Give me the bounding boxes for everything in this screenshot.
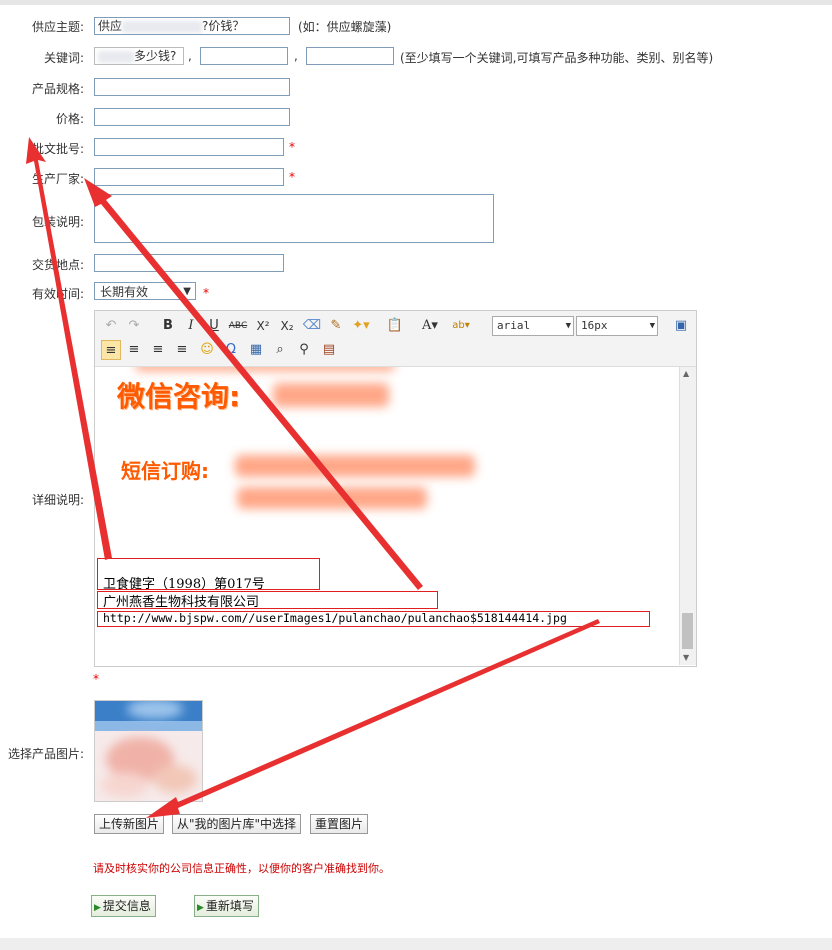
image-icon[interactable]: ▤ [319,340,339,360]
emoticon-icon[interactable]: ☺ [197,340,217,360]
chevron-down-icon: ▼ [565,321,571,331]
table-icon[interactable]: ▦ [246,340,266,360]
keyword-separator: , [294,49,298,63]
align-right-icon[interactable]: ≡ [148,340,168,360]
highlight-icon[interactable]: ab▾ [451,316,471,336]
keyword-input-2[interactable] [200,47,288,65]
subject-value-prefix: 供应 [98,19,123,33]
scrollbar-thumb[interactable] [682,613,693,649]
keyword-input-3[interactable] [306,47,394,65]
validity-select[interactable]: 长期有效 ▼ [94,282,196,300]
price-input[interactable] [94,108,290,126]
preview-icon[interactable]: ⌕ [270,340,290,360]
annotation-box-approval [97,558,320,590]
keyword-separator: , [188,49,192,63]
reset-image-button[interactable]: 重置图片 [310,814,369,834]
delivery-input[interactable] [94,254,284,272]
format-brush-icon[interactable]: ✎ [326,316,346,336]
packaging-textarea[interactable] [94,194,494,243]
find-icon[interactable]: ⚲ [294,340,314,360]
subject-input[interactable]: 供应 ?价钱？ [94,17,290,35]
approval-label: 批文批号: [31,142,84,156]
blurred-region [237,487,427,509]
bold-icon[interactable]: B [158,316,178,336]
eraser-icon[interactable]: ⌫ [302,316,322,336]
font-family-select[interactable]: arial ▼ [492,316,574,336]
blurred-region [235,455,475,477]
required-mark: * [289,140,295,154]
approval-input[interactable] [94,138,284,156]
blurred-region [122,20,203,33]
required-mark: * [203,286,209,300]
validity-label: 有效时间: [31,287,84,301]
top-bar [0,0,832,5]
chevron-down-icon: ▼ [649,321,655,331]
required-mark: * [93,672,99,686]
editor-toolbar: ↶ ↷ B I U ABC X² X₂ ⌫ ✎ ✦▾ 📋 A▾ ab▾ aria… [95,311,696,367]
blurred-region [135,367,395,371]
strikethrough-icon[interactable]: ABC [228,316,248,336]
font-color-icon[interactable]: A▾ [420,316,440,336]
blurred-region [98,50,134,63]
paste-icon[interactable]: 📋 [385,316,405,336]
image-label: 选择产品图片: [7,747,84,761]
refill-button[interactable]: ▶ 重新填写 [194,895,259,917]
font-size-select[interactable]: 16px ▼ [576,316,658,336]
submit-label: 提交信息 [102,899,151,913]
notice-text: 请及时核实你的公司信息正确性，以便你的客户准确找到你。 [93,862,390,875]
detail-label: 详细说明: [31,493,84,507]
italic-icon[interactable]: I [181,316,201,336]
required-mark: * [289,170,295,184]
fullscreen-icon[interactable]: ▣ [671,316,691,336]
align-center-icon[interactable]: ≡ [124,340,144,360]
subscript-icon[interactable]: X₂ [277,316,297,336]
validity-selected: 长期有效 [100,285,149,299]
editor-scrollbar[interactable]: ▲ ▼ [679,367,696,665]
play-icon: ▶ [94,903,101,913]
subject-hint: (如：供应螺旋藻) [298,20,392,34]
bottom-bar [0,938,832,950]
sms-label: 短信订购: [121,459,209,483]
magic-wand-icon[interactable]: ✦▾ [351,316,371,336]
keyword-input-1[interactable]: 多少钱? [94,47,184,65]
spec-label: 产品规格: [31,82,84,96]
upload-image-button[interactable]: 上传新图片 [94,814,165,834]
delivery-label: 交货地点: [31,258,84,272]
wechat-label: 微信咨询: [117,380,241,413]
redo-icon[interactable]: ↷ [124,316,144,336]
subject-value-suffix: ?价钱？ [202,19,245,33]
scroll-down-icon[interactable]: ▼ [683,653,689,662]
scroll-up-icon[interactable]: ▲ [683,369,689,378]
underline-icon[interactable]: U [204,316,224,336]
superscript-icon[interactable]: X² [253,316,273,336]
packaging-label: 包装说明: [31,215,84,229]
spec-input[interactable] [94,78,290,96]
chevron-down-icon: ▼ [183,286,191,297]
submit-button[interactable]: ▶ 提交信息 [91,895,156,917]
annotation-box-url [97,611,650,627]
product-image-thumbnail [95,701,202,801]
annotation-box-manufacturer [97,591,438,609]
choose-from-library-button[interactable]: 从"我的图片库"中选择 [172,814,302,834]
justify-icon[interactable]: ≡ [172,340,192,360]
keywords-label: 关键词: [43,51,84,65]
manufacturer-label: 生产厂家: [31,172,84,186]
keyword-1-value: 多少钱? [134,49,177,63]
blurred-region [273,383,389,407]
refill-label: 重新填写 [205,899,254,913]
special-char-icon[interactable]: Ω [221,340,241,360]
play-icon: ▶ [197,903,204,913]
undo-icon[interactable]: ↶ [101,316,121,336]
manufacturer-input[interactable] [94,168,284,186]
font-family-value: arial [497,319,531,332]
product-image-preview[interactable] [94,700,203,802]
keywords-hint: (至少填写一个关键词,可填写产品多种功能、类别、别名等) [400,51,714,65]
font-size-value: 16px [581,319,608,332]
align-left-icon[interactable]: ≡ [101,340,121,360]
price-label: 价格: [55,112,84,126]
subject-label: 供应主题: [31,20,84,34]
